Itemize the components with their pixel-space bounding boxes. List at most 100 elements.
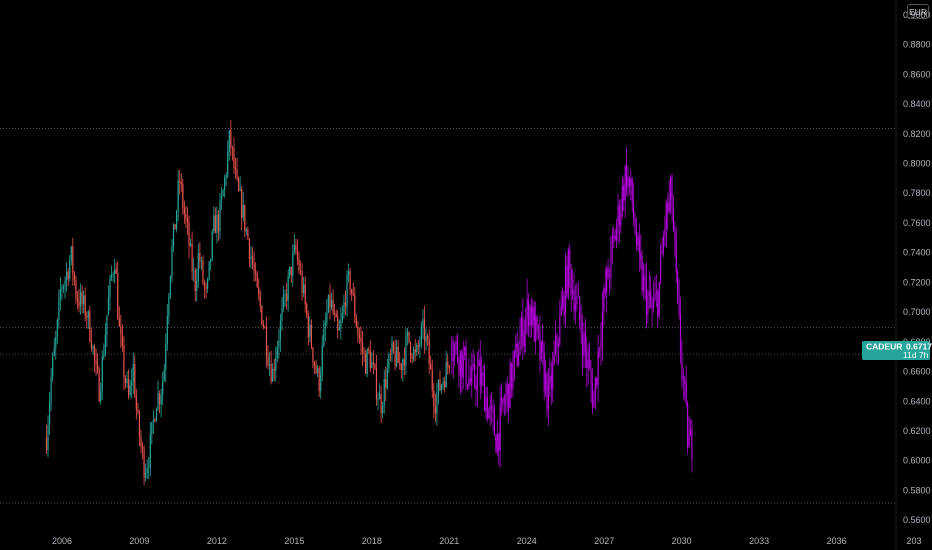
candle-body [391,342,393,355]
time-tick-3: 2015 [284,536,304,546]
projection-candle-44 [513,349,515,382]
candle-123 [236,157,238,182]
price-tick-16: 0.5800 [903,485,931,495]
candle-body [495,435,497,453]
candle-162 [296,239,299,266]
candle-body [155,408,158,422]
candle-47 [118,306,120,327]
candle-77 [165,333,167,383]
candle-body [618,205,621,226]
candle-46 [117,261,119,321]
candle-body [669,177,672,198]
candle-body [185,214,187,219]
projection-candle-156 [672,195,675,232]
candle-245 [425,328,427,351]
candle-189 [338,319,340,331]
price-axis[interactable]: 0.90000.88000.86000.84000.82000.80000.78… [903,10,931,525]
projection-candle-108 [604,267,606,298]
candle-131 [248,238,251,268]
candle-95 [193,257,195,282]
candle-174 [315,359,317,375]
candle-154 [284,289,286,307]
candle-body [251,256,254,265]
candlestick-chart[interactable]: 0.90000.88000.86000.84000.82000.80000.78… [0,0,932,550]
candle-body [687,403,689,448]
candle-body [112,274,114,275]
candle-31 [93,344,96,373]
candle-body [641,260,643,291]
candle-243 [422,308,424,340]
projection-candle-8 [462,340,464,390]
candle-body [267,355,269,366]
candle-body [594,378,596,401]
candle-body [479,360,481,386]
projection-candle-115 [614,228,616,242]
candle-149 [276,340,278,363]
time-axis[interactable]: 2006 2009 2012 2015 2018 2021 2024 2027 2030 2033… [52,536,922,546]
candle-body [589,359,591,369]
candle-body [347,271,350,275]
projection-candle-111 [608,267,611,295]
candle-body [211,231,213,259]
candle-body [337,317,339,331]
candle-body [287,275,289,301]
candle-body [149,434,151,468]
candle-36 [101,350,103,401]
projection-candle-98 [590,359,592,403]
candle-body [505,394,507,405]
candle-body [64,280,66,287]
candle-14 [67,268,69,287]
projection-candle-25 [486,386,488,423]
candle-body [562,295,564,308]
candle-body [553,352,555,363]
candle-214 [377,392,379,411]
candle-168 [306,301,308,319]
projection-candle-154 [669,175,672,215]
candle-246 [427,333,429,346]
candle-body [675,241,677,272]
candle-body [332,299,334,314]
candle-body [307,315,309,337]
candle-body [448,366,450,369]
candle-body [127,379,130,396]
projection-candle-103 [597,334,599,403]
candle-128 [244,204,246,238]
candle-112 [219,193,221,240]
candle-254 [439,370,441,392]
candle-82 [172,223,175,253]
candle-body [225,175,227,178]
candle-body [193,270,195,272]
candle-body [222,190,224,197]
chart-area[interactable]: 0.9000 0.8800 0.8600 0.8400 0.8200 0.8000 0.78… [0,0,932,550]
projection-candle-70 [550,361,552,405]
candle-body [70,246,72,261]
projection-candle-106 [601,291,604,362]
candle-body [76,298,79,301]
candle-170 [309,316,311,342]
candle-body [403,359,405,366]
projection-candle-95 [586,336,588,388]
candle-body [471,367,473,383]
candle-86 [179,169,181,195]
projection-candle-133 [640,234,642,270]
candle-body [276,347,278,359]
candle-body [422,318,424,327]
candle-223 [391,336,393,363]
candle-13 [66,262,68,292]
candle-148 [275,346,277,382]
projection-candle-64 [542,323,544,365]
price-tick-15: 0.6000 [903,456,931,466]
currency-badge[interactable]: EUR [907,4,929,19]
projection-candle-153 [668,179,670,215]
candle-body [255,271,257,273]
candle-body [451,341,453,361]
candle-121 [233,137,235,174]
candle-171 [310,319,313,350]
candle-body [114,269,116,275]
projection-candle-35 [500,382,503,416]
candle-body [506,383,508,395]
projection-candle-142 [652,281,655,313]
candle-body [665,203,667,229]
candle-105 [208,261,210,281]
candle-body [205,286,207,289]
